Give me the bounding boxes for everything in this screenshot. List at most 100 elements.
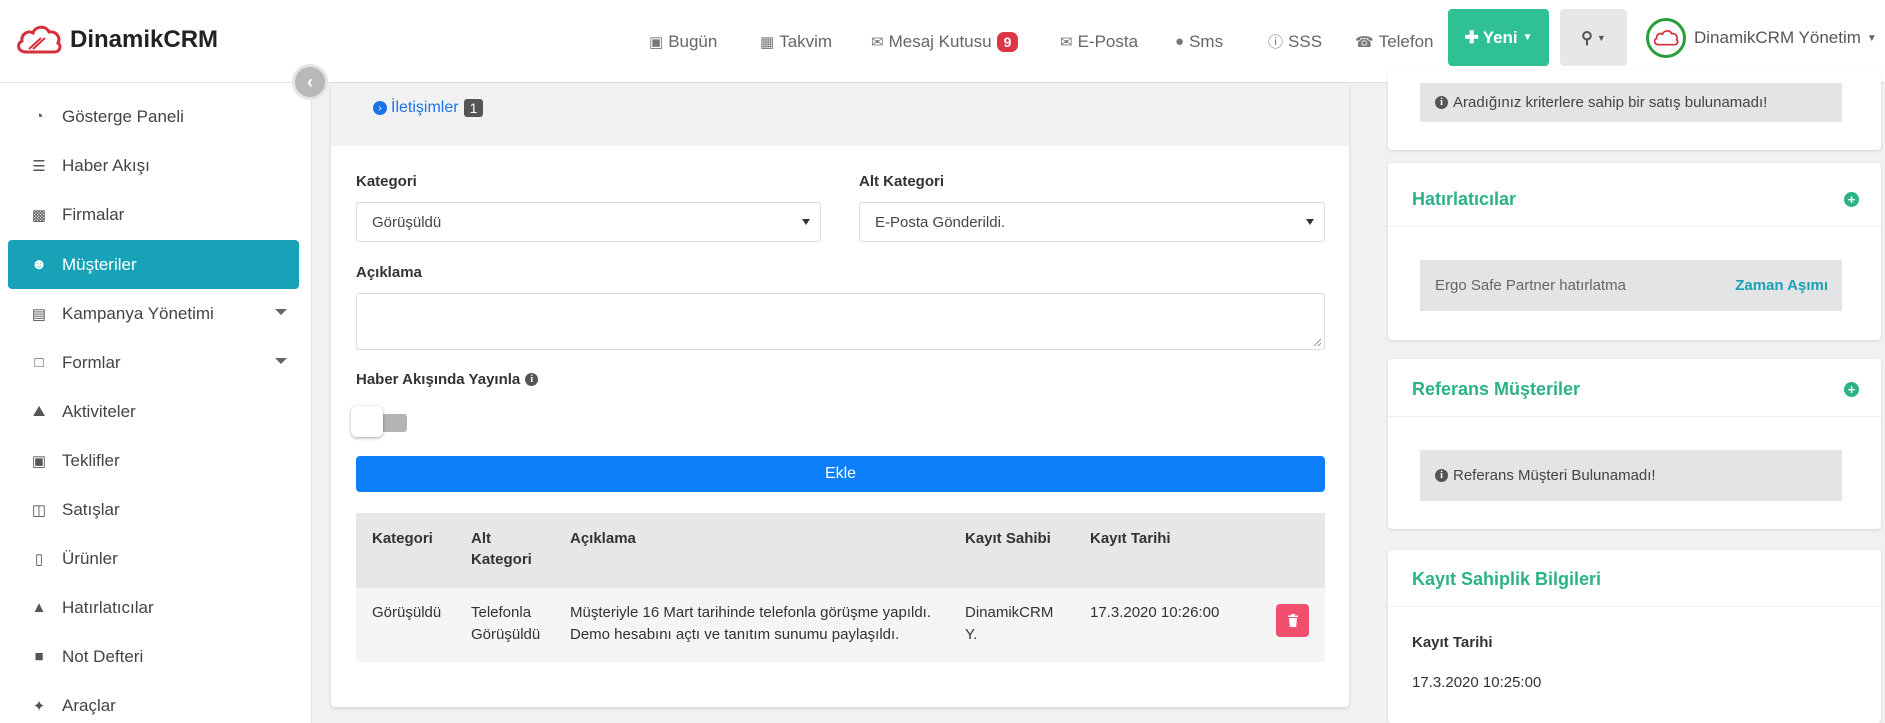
sticky-note-icon: ■ [34, 648, 44, 665]
caret-down-icon [275, 309, 287, 315]
file-icon: □ [34, 354, 44, 371]
nav-item-sms[interactable]: ● Sms [1175, 0, 1223, 83]
users-icon: ☻ [31, 256, 47, 273]
sidebar-item-gosterge-paneli[interactable]: ◔ Gösterge Paneli [8, 92, 299, 141]
tab-iletisimler[interactable]: › İletişimler 1 [373, 99, 484, 117]
nav-label-mesaj: Mesaj Kutusu [888, 31, 992, 51]
reminder-item-label: Ergo Safe Partner hatırlatma [1435, 277, 1626, 294]
sidebar-item-urunler[interactable]: ▯ Ürünler [8, 534, 299, 583]
search-button[interactable]: ⚲ ▼ [1560, 9, 1627, 66]
alt-kategori-select[interactable]: E-Posta Gönderildi. [859, 202, 1325, 242]
sidebar-item-label: Firmalar [62, 204, 125, 224]
sidebar-item-label: Hatırlatıcılar [62, 597, 154, 617]
briefcase-icon: ▣ [31, 452, 47, 470]
info-circle-icon: i [1435, 96, 1448, 109]
cell-kayit-sahibi: DinamikCRM Y. [965, 604, 1054, 643]
user-menu[interactable]: DinamikCRM Yönetim ▼ [1646, 18, 1877, 58]
nav-item-takvim[interactable]: ▦ Takvim [760, 0, 832, 83]
sidebar-item-haber-akisi[interactable]: ☰ Haber Akışı [8, 141, 299, 190]
delete-button[interactable] [1276, 604, 1309, 637]
cell-alt-kategori: Telefonla Görüşüldü [471, 604, 541, 643]
add-reminder-icon[interactable]: + [1844, 192, 1859, 207]
sidebar-item-teklifler[interactable]: ▣ Teklifler [8, 436, 299, 485]
nav-label-sms: Sms [1189, 31, 1224, 51]
sidebar-collapse-button[interactable]: ‹ [292, 64, 328, 100]
sidebar-item-aktiviteler[interactable]: ⛰ Aktiviteler [8, 387, 299, 436]
sidebar-item-label: Kampanya Yönetimi [62, 303, 214, 323]
search-icon: ⚲ [1581, 29, 1593, 47]
cloud-logo-icon [1653, 30, 1679, 46]
tab-count-badge: 1 [463, 99, 484, 117]
brand[interactable]: DinamikCRM [14, 22, 218, 58]
divider [1388, 606, 1881, 607]
ekle-button[interactable]: Ekle [356, 456, 1325, 492]
info-circle-icon: i [1435, 469, 1448, 482]
sidebar-item-musteriler[interactable]: ☻ Müşteriler [8, 240, 299, 289]
nav-label-bugun: Bugün [668, 31, 718, 51]
caret-down-icon [1306, 219, 1314, 225]
reminder-status: Zaman Aşımı [1735, 277, 1828, 294]
info-circle-icon: ⓘ [1268, 34, 1284, 51]
cell-kategori: Görüşüldü [372, 604, 442, 621]
chevron-right-circle-icon: › [373, 101, 387, 115]
comment-icon: ● [1175, 33, 1185, 50]
nav-item-bugun[interactable]: ▣ Bugün [649, 0, 717, 83]
new-button[interactable]: ✚ Yeni ▼ [1448, 9, 1549, 66]
nav-item-eposta[interactable]: ✉ E-Posta [1060, 0, 1138, 83]
ownership-date-value: 17.3.2020 10:25:00 [1412, 674, 1542, 691]
haber-akisi-toggle[interactable] [351, 406, 409, 437]
user-name: DinamikCRM Yönetim [1694, 28, 1861, 47]
aciklama-textarea[interactable] [356, 293, 1325, 350]
sidebar-item-formlar[interactable]: □ Formlar [8, 338, 299, 387]
nav-item-mesaj-kutusu[interactable]: ✉ Mesaj Kutusu 9 [871, 0, 1019, 83]
toggle-knob [351, 406, 383, 437]
table-header: Kategori Alt Kategori Açıklama Kayıt Sah… [356, 513, 1325, 588]
nav-item-sss[interactable]: ⓘ SSS [1268, 0, 1322, 83]
nav-label-eposta: E-Posta [1077, 31, 1139, 51]
add-reference-icon[interactable]: + [1844, 382, 1859, 397]
nav-label-takvim: Takvim [779, 31, 833, 51]
building-icon: ▩ [31, 206, 47, 224]
sales-alert-text: Aradığınız kriterlere sahip bir satış bu… [1453, 94, 1768, 111]
dashboard-icon: ◔ [34, 108, 44, 125]
aciklama-label: Açıklama [356, 264, 422, 281]
kategori-select[interactable]: Görüşüldü [356, 202, 821, 242]
alt-kategori-select-value: E-Posta Gönderildi. [875, 213, 1006, 231]
sidebar-item-label: Not Defteri [62, 646, 144, 666]
sidebar-item-not-defteri[interactable]: ■ Not Defteri [8, 632, 299, 681]
sidebar-item-label: Teklifler [62, 450, 120, 470]
caret-down-icon [802, 219, 810, 225]
bell-icon: ▲ [31, 599, 47, 616]
ownership-title: Kayıt Sahiplik Bilgileri [1412, 569, 1602, 589]
ownership-date-label: Kayıt Tarihi [1412, 634, 1493, 651]
reminders-title: Hatırlatıcılar [1412, 189, 1517, 209]
cell-aciklama: Müşteriyle 16 Mart tarihinde telefonla g… [570, 604, 932, 643]
calendar-icon: ▦ [760, 33, 775, 51]
references-alert-text: Referans Müşteri Bulunamadı! [1453, 467, 1656, 484]
kategori-label: Kategori [356, 173, 417, 190]
reminder-item[interactable]: Ergo Safe Partner hatırlatma Zaman Aşımı [1420, 260, 1842, 311]
trash-icon [1287, 614, 1298, 627]
sidebar-item-firmalar[interactable]: ▩ Firmalar [8, 190, 299, 239]
sidebar-item-label: Haber Akışı [62, 155, 150, 175]
new-button-label: Yeni [1482, 27, 1518, 47]
sidebar-item-label: Satışlar [62, 499, 120, 519]
haber-akisi-label-text: Haber Akışında Yayınla [356, 371, 521, 388]
column-header-kategori: Kategori [372, 530, 433, 547]
sidebar-item-satislar[interactable]: ◫ Satışlar [8, 485, 299, 534]
sidebar: ◔ Gösterge Paneli ☰ Haber Akışı ▩ Firmal… [0, 83, 312, 723]
avatar [1646, 18, 1686, 58]
sidebar-item-araclar[interactable]: ✦ Araçlar [8, 681, 299, 723]
sidebar-item-kampanya-yonetimi[interactable]: ▤ Kampanya Yönetimi [8, 289, 299, 338]
phone-icon: ☎ [1355, 33, 1374, 51]
references-alert: i Referans Müşteri Bulunamadı! [1420, 450, 1842, 501]
sidebar-item-hatirlaticilar[interactable]: ▲ Hatırlatıcılar [8, 583, 299, 632]
column-header-aciklama: Açıklama [570, 530, 636, 547]
resize-handle-icon[interactable] [1312, 337, 1322, 347]
sidebar-item-label: Araçlar [62, 695, 116, 715]
haber-akisi-label: Haber Akışında Yayınla i [356, 371, 543, 388]
brand-name: DinamikCRM [70, 26, 219, 53]
caret-down-icon: ▼ [1596, 32, 1606, 43]
column-header-alt-kategori: Alt Kategori [471, 530, 532, 568]
references-title: Referans Müşteriler [1412, 379, 1581, 399]
